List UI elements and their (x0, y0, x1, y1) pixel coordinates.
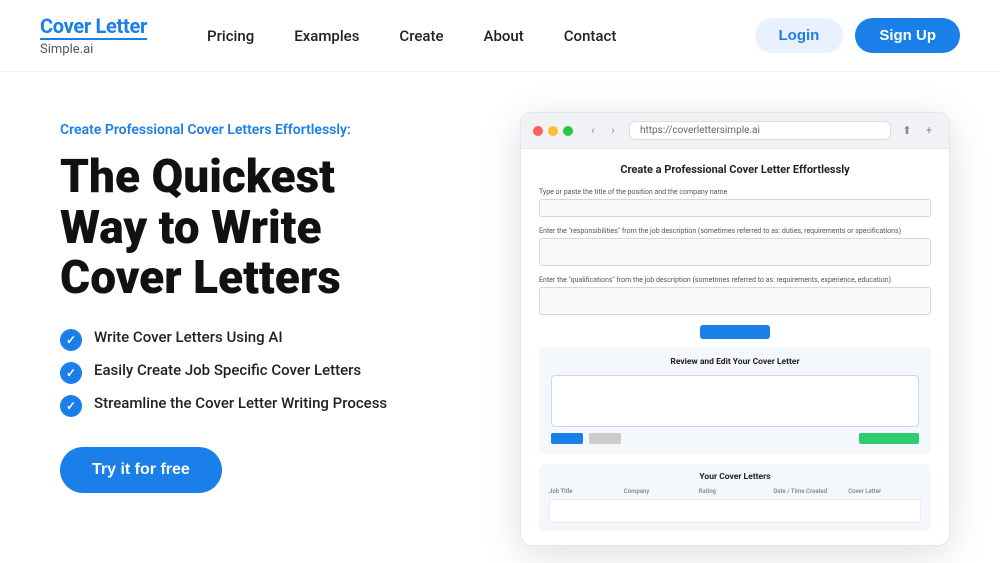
edit-button[interactable] (551, 433, 583, 444)
logo-bottom: Simple.ai (40, 38, 147, 57)
qualifications-field-input[interactable] (539, 287, 931, 315)
minimize-button-icon (548, 126, 558, 136)
list-item: Write Cover Letters Using AI (60, 328, 480, 351)
review-action-buttons (551, 433, 919, 444)
nav-about[interactable]: About (484, 27, 524, 45)
position-field-input[interactable] (539, 199, 931, 217)
nav-pricing[interactable]: Pricing (207, 27, 254, 45)
maximize-button-icon (563, 126, 573, 136)
hero-left: Create Professional Cover Letters Effort… (60, 112, 480, 563)
list-item: Streamline the Cover Letter Writing Proc… (60, 394, 480, 417)
position-field-section: Type or paste the title of the position … (539, 188, 931, 217)
generate-button-wrap (539, 325, 931, 339)
check-icon (60, 329, 82, 351)
hero-headline: The Quickest Way to Write Cover Letters (60, 152, 480, 304)
features-list: Write Cover Letters Using AI Easily Crea… (60, 328, 480, 417)
browser-preview: ‹ › https://coverlettersimple.ai ⬆ + Cre… (520, 112, 960, 563)
feature-text-1: Write Cover Letters Using AI (94, 328, 283, 346)
browser-toolbar: ‹ › https://coverlettersimple.ai ⬆ + (521, 113, 949, 149)
position-field-label: Type or paste the title of the position … (539, 188, 931, 196)
cover-letters-table-section: Your Cover Letters Job Title Company Rat… (539, 464, 931, 531)
header-actions: Login Sign Up (755, 18, 961, 53)
review-section-title: Review and Edit Your Cover Letter (551, 357, 919, 367)
main-content: Create Professional Cover Letters Effort… (0, 72, 1000, 563)
save-to-list-button[interactable] (859, 433, 919, 444)
table-header: Job Title Company Rating Date / Time Cre… (549, 488, 921, 495)
table-header-cover-letter: Cover Letter (848, 488, 921, 495)
generate-button[interactable] (700, 325, 770, 339)
responsibilities-field-label: Enter the "responsibilities" from the jo… (539, 227, 931, 235)
traffic-lights (533, 126, 573, 136)
check-icon (60, 362, 82, 384)
table-header-rating: Rating (699, 488, 772, 495)
cover-letter-textarea[interactable] (551, 375, 919, 427)
table-title: Your Cover Letters (549, 472, 921, 482)
back-arrow-icon: ‹ (585, 123, 601, 139)
table-header-date: Date / Time Created (773, 488, 846, 495)
browser-nav-arrows: ‹ › (585, 123, 621, 139)
table-row (549, 499, 921, 523)
responsibilities-field-section: Enter the "responsibilities" from the jo… (539, 227, 931, 266)
new-tab-icon: + (921, 123, 937, 139)
login-button[interactable]: Login (755, 18, 844, 53)
feature-text-3: Streamline the Cover Letter Writing Proc… (94, 394, 387, 412)
review-section: Review and Edit Your Cover Letter (539, 347, 931, 454)
logo-top: Cover Letter (40, 15, 147, 37)
signup-button[interactable]: Sign Up (855, 18, 960, 53)
qualifications-field-section: Enter the "qualifications" from the job … (539, 276, 931, 315)
browser-action-buttons: ⬆ + (899, 123, 937, 139)
table-header-company: Company (624, 488, 697, 495)
check-icon (60, 395, 82, 417)
responsibilities-field-input[interactable] (539, 238, 931, 266)
table-header-job-title: Job Title (549, 488, 622, 495)
headline-line2: Way to Write (60, 201, 322, 255)
url-bar[interactable]: https://coverlettersimple.ai (629, 121, 891, 140)
headline-line1: The Quickest (60, 150, 335, 204)
hero-subtitle: Create Professional Cover Letters Effort… (60, 122, 480, 138)
close-button-icon (533, 126, 543, 136)
browser-window: ‹ › https://coverlettersimple.ai ⬆ + Cre… (520, 112, 950, 546)
forward-arrow-icon: › (605, 123, 621, 139)
main-nav: Pricing Examples Create About Contact (207, 27, 754, 45)
browser-content-area: Create a Professional Cover Letter Effor… (521, 149, 949, 545)
try-free-button[interactable]: Try it for free (60, 447, 222, 493)
list-item: Easily Create Job Specific Cover Letters (60, 361, 480, 384)
site-header: Cover Letter Simple.ai Pricing Examples … (0, 0, 1000, 72)
headline-line3: Cover Letters (60, 251, 341, 305)
share-icon: ⬆ (899, 123, 915, 139)
logo[interactable]: Cover Letter Simple.ai (40, 15, 147, 57)
browser-page-title: Create a Professional Cover Letter Effor… (539, 163, 931, 176)
feature-text-2: Easily Create Job Specific Cover Letters (94, 361, 361, 379)
qualifications-field-label: Enter the "qualifications" from the job … (539, 276, 931, 284)
nav-contact[interactable]: Contact (564, 27, 617, 45)
nav-create[interactable]: Create (399, 27, 443, 45)
nav-examples[interactable]: Examples (294, 27, 359, 45)
copy-button[interactable] (589, 433, 621, 444)
